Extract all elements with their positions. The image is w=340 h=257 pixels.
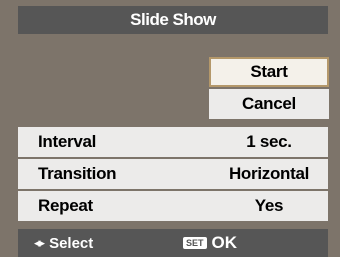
cancel-button[interactable]: Cancel — [209, 89, 329, 119]
ok-label: OK — [211, 233, 238, 252]
set-button-icon: SET — [183, 237, 207, 249]
setting-value: Horizontal — [228, 164, 310, 183]
setting-row-repeat[interactable]: Repeat Yes — [18, 191, 328, 221]
setting-value: Yes — [254, 196, 284, 215]
start-button[interactable]: Start — [209, 57, 329, 87]
setting-value: 1 sec. — [246, 132, 292, 151]
setting-label: Transition — [38, 164, 117, 183]
select-hint: ◂▸ Select — [34, 229, 93, 257]
setting-label: Interval — [38, 132, 97, 151]
setting-row-transition[interactable]: Transition Horizontal — [18, 159, 328, 189]
page-title: Slide Show — [130, 10, 216, 29]
left-right-arrows-icon: ◂▸ — [34, 235, 45, 250]
title-bar: Slide Show — [18, 6, 328, 34]
ok-hint: SET OK — [183, 229, 237, 257]
setting-label: Repeat — [38, 196, 93, 215]
select-label: Select — [49, 234, 94, 252]
setting-row-interval[interactable]: Interval 1 sec. — [18, 127, 328, 157]
camera-screen: Slide Show Start Cancel Interval 1 sec. … — [0, 0, 340, 257]
footer-hint-bar: ◂▸ Select SET OK — [18, 229, 328, 257]
